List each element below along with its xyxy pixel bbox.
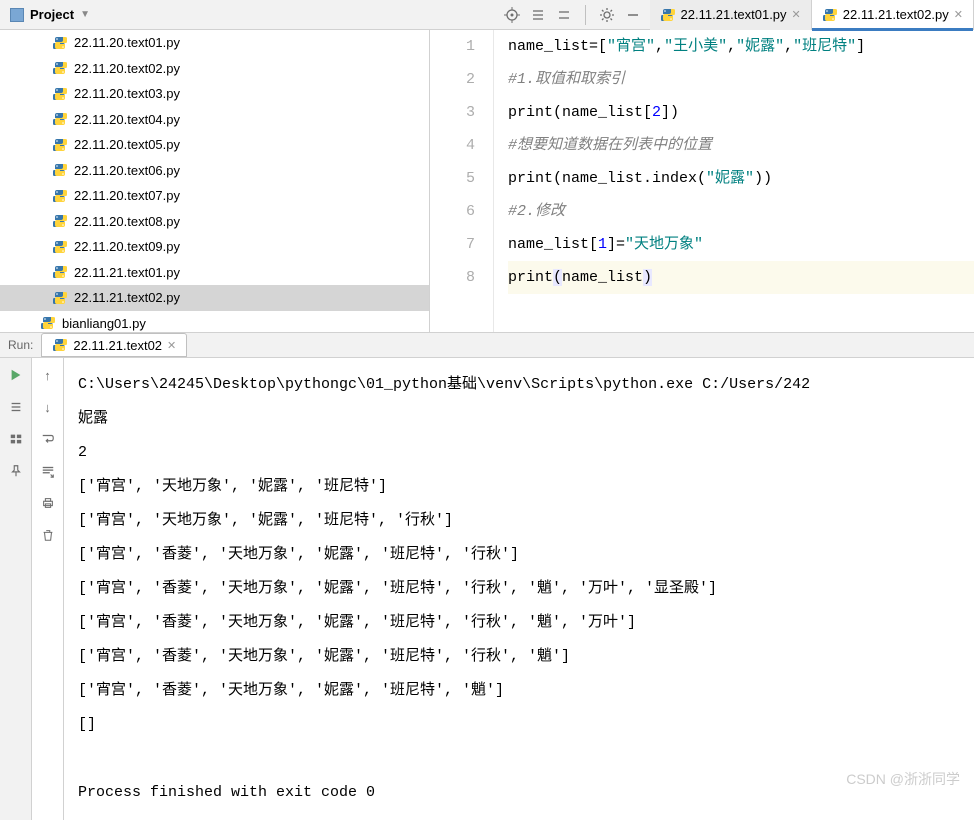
editor-tabs: 22.11.21.text01.py ✕ 22.11.21.text02.py ✕: [650, 0, 974, 30]
layout-icon[interactable]: [7, 430, 25, 448]
project-title: Project: [30, 7, 74, 22]
code-line[interactable]: print(name_list.index("妮露")): [508, 162, 974, 195]
file-item[interactable]: 22.11.20.text01.py: [0, 30, 429, 56]
python-icon: [52, 188, 68, 204]
python-icon: [52, 86, 68, 102]
line-number: 2: [430, 63, 475, 96]
file-item[interactable]: 22.11.20.text02.py: [0, 56, 429, 82]
run-toolbar-right: ↑ ↓: [32, 358, 64, 820]
code-line[interactable]: #想要知道数据在列表中的位置: [508, 129, 974, 162]
print-icon[interactable]: [39, 494, 57, 512]
toolbar: Project ▼ 22.11.21.text01.py✕22.11.21.te…: [0, 0, 974, 30]
run-tab-label: 22.11.21.text02: [73, 338, 162, 353]
pin-icon[interactable]: [7, 462, 25, 480]
file-item[interactable]: 22.11.20.text07.py: [0, 183, 429, 209]
collapse-icon[interactable]: [555, 6, 573, 24]
file-item[interactable]: 22.11.21.text01.py: [0, 260, 429, 286]
code-line[interactable]: print(name_list[2]): [508, 96, 974, 129]
console-output[interactable]: C:\Users\24245\Desktop\pythongc\01_pytho…: [64, 358, 974, 820]
python-icon: [52, 239, 68, 255]
line-number: 8: [430, 261, 475, 294]
editor-tab[interactable]: 22.11.21.text01.py ✕: [650, 0, 812, 30]
file-name: 22.11.20.text06.py: [74, 163, 180, 178]
python-icon: [52, 290, 68, 306]
divider: [585, 5, 586, 25]
wrap-icon[interactable]: [39, 430, 57, 448]
code-line[interactable]: name_list[1]="天地万象": [508, 228, 974, 261]
code-editor[interactable]: 12345678 name_list=["宵宫","王小美","妮露","班尼特…: [430, 30, 974, 332]
line-gutter: 12345678: [430, 30, 494, 332]
python-icon: [52, 213, 68, 229]
line-number: 1: [430, 30, 475, 63]
project-selector[interactable]: Project ▼: [0, 7, 100, 22]
python-icon: [660, 7, 676, 23]
target-icon[interactable]: [503, 6, 521, 24]
file-name: 22.11.20.text08.py: [74, 214, 180, 229]
chevron-down-icon: ▼: [80, 9, 90, 20]
toolbar-actions: [503, 5, 650, 25]
code-line[interactable]: #1.取值和取索引: [508, 63, 974, 96]
main-area: 22.11.20.text01.py 22.11.20.text02.py 22.1…: [0, 30, 974, 333]
trash-icon[interactable]: [39, 526, 57, 544]
close-icon[interactable]: ✕: [954, 8, 963, 21]
python-icon: [822, 7, 838, 23]
file-name: 22.11.20.text04.py: [74, 112, 180, 127]
file-item[interactable]: 22.11.21.text02.py: [0, 285, 429, 311]
file-item[interactable]: bianliang01.py: [0, 311, 429, 333]
python-icon: [40, 315, 56, 331]
run-label: Run:: [8, 338, 33, 352]
code-area[interactable]: name_list=["宵宫","王小美","妮露","班尼特"]#1.取值和取…: [494, 30, 974, 332]
up-icon[interactable]: ↑: [39, 366, 57, 384]
file-item[interactable]: 22.11.20.text09.py: [0, 234, 429, 260]
code-line[interactable]: #2.修改: [508, 195, 974, 228]
expand-icon[interactable]: [529, 6, 547, 24]
python-icon: [52, 137, 68, 153]
file-item[interactable]: 22.11.20.text04.py: [0, 107, 429, 133]
file-name: 22.11.20.text03.py: [74, 86, 180, 101]
line-number: 3: [430, 96, 475, 129]
project-tree[interactable]: 22.11.20.text01.py 22.11.20.text02.py 22.1…: [0, 30, 430, 332]
file-name: 22.11.20.text02.py: [74, 61, 180, 76]
python-icon: [52, 111, 68, 127]
file-item[interactable]: 22.11.20.text06.py: [0, 158, 429, 184]
file-name: 22.11.20.text07.py: [74, 188, 180, 203]
file-item[interactable]: 22.11.20.text03.py: [0, 81, 429, 107]
python-icon: [52, 264, 68, 280]
python-icon: [52, 337, 68, 353]
close-icon[interactable]: ✕: [167, 339, 176, 352]
run-toolbar-left: [0, 358, 32, 820]
close-icon[interactable]: ✕: [792, 8, 801, 21]
scroll-icon[interactable]: [39, 462, 57, 480]
line-number: 4: [430, 129, 475, 162]
file-item[interactable]: 22.11.20.text05.py: [0, 132, 429, 158]
file-name: 22.11.21.text01.py: [74, 265, 180, 280]
code-line[interactable]: print(name_list): [508, 261, 974, 294]
tab-label: 22.11.21.text01.py: [681, 7, 787, 22]
project-icon: [10, 8, 24, 22]
run-tab[interactable]: 22.11.21.text02 ✕: [41, 333, 187, 357]
play-icon[interactable]: [7, 366, 25, 384]
python-icon: [52, 162, 68, 178]
gear-icon[interactable]: [598, 6, 616, 24]
code-line[interactable]: name_list=["宵宫","王小美","妮露","班尼特"]: [508, 30, 974, 63]
tab-label: 22.11.21.text02.py: [843, 7, 949, 22]
down-icon[interactable]: ↓: [39, 398, 57, 416]
run-panel: ↑ ↓ C:\Users\24245\Desktop\pythongc\01_p…: [0, 358, 974, 820]
file-name: bianliang01.py: [62, 316, 146, 331]
file-name: 22.11.20.text05.py: [74, 137, 180, 152]
file-item[interactable]: 22.11.20.text08.py: [0, 209, 429, 235]
line-number: 5: [430, 162, 475, 195]
line-number: 6: [430, 195, 475, 228]
line-number: 7: [430, 228, 475, 261]
editor-tab[interactable]: 22.11.21.text02.py ✕: [812, 0, 974, 30]
file-name: 22.11.20.text09.py: [74, 239, 180, 254]
python-icon: [52, 60, 68, 76]
python-icon: [52, 35, 68, 51]
file-name: 22.11.20.text01.py: [74, 35, 180, 50]
minimize-icon[interactable]: [624, 6, 642, 24]
run-header: Run: 22.11.21.text02 ✕: [0, 333, 974, 358]
watermark: CSDN @浙浙同学: [846, 769, 960, 789]
file-name: 22.11.21.text02.py: [74, 290, 180, 305]
stop-icon[interactable]: [7, 398, 25, 416]
